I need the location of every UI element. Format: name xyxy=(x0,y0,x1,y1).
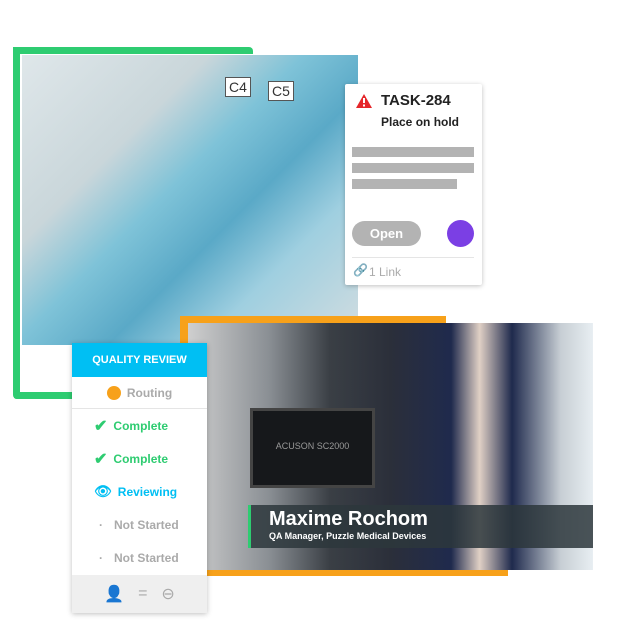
photo-tag: C4 xyxy=(225,77,251,97)
links-count[interactable]: 1 Link xyxy=(369,265,401,279)
warning-icon xyxy=(356,94,372,108)
step-item[interactable]: ✔ Complete xyxy=(72,442,207,475)
lab-photo: C4 C5 xyxy=(22,55,358,345)
quality-review-panel: QUALITY REVIEW Routing ✔ Complete ✔ Comple… xyxy=(72,343,207,613)
panel-title: QUALITY REVIEW xyxy=(72,343,207,377)
dot-icon: · xyxy=(99,517,103,532)
task-id: TASK-284 xyxy=(381,92,451,109)
step-item[interactable]: 👁 Reviewing xyxy=(72,475,207,508)
step-status: Complete xyxy=(113,418,169,433)
status-button[interactable]: Open xyxy=(352,221,421,246)
step-status: Complete xyxy=(113,451,169,466)
eye-icon: 👁 xyxy=(94,483,112,499)
task-title: Place on hold xyxy=(381,115,460,129)
dot-icon: · xyxy=(99,550,103,565)
step-item[interactable]: · Not Started xyxy=(72,508,207,541)
task-card[interactable]: TASK-284 Place on hold Open 🔗 1 Link xyxy=(345,84,482,285)
name-lower-third: Maxime Rochom QA Manager, Puzzle Medical… xyxy=(248,505,593,548)
step-item[interactable]: · Not Started xyxy=(72,541,207,574)
routing-label: Routing xyxy=(126,385,173,400)
text-placeholder xyxy=(352,147,474,157)
divider xyxy=(352,257,474,258)
step-status: Not Started xyxy=(114,517,179,532)
orange-frame xyxy=(180,570,508,576)
panel-footer: 👤 = ⊖ xyxy=(72,575,207,613)
speaker-role: QA Manager, Puzzle Medical Devices xyxy=(269,531,427,541)
text-placeholder xyxy=(352,179,457,189)
add-user-icon[interactable]: 👤 xyxy=(104,584,124,604)
assignee-avatar[interactable] xyxy=(447,220,474,247)
equals-icon[interactable]: = xyxy=(138,585,147,603)
minus-circle-icon[interactable]: ⊖ xyxy=(161,584,174,604)
speaker-name: Maxime Rochom xyxy=(269,508,428,530)
check-icon: ✔ xyxy=(94,450,108,468)
link-icon: 🔗 xyxy=(353,263,368,277)
step-status: Not Started xyxy=(114,550,179,565)
text-placeholder xyxy=(352,163,474,173)
monitor-screen: ACUSON SC2000 xyxy=(250,408,375,488)
orange-dot-icon xyxy=(106,385,121,400)
orange-frame xyxy=(180,316,446,323)
green-frame-top xyxy=(13,47,249,54)
check-icon: ✔ xyxy=(94,417,108,435)
photo-tag: C5 xyxy=(268,81,294,101)
step-status: Reviewing xyxy=(117,484,178,499)
step-item[interactable]: ✔ Complete xyxy=(72,409,207,442)
routing-status: Routing xyxy=(72,377,207,409)
